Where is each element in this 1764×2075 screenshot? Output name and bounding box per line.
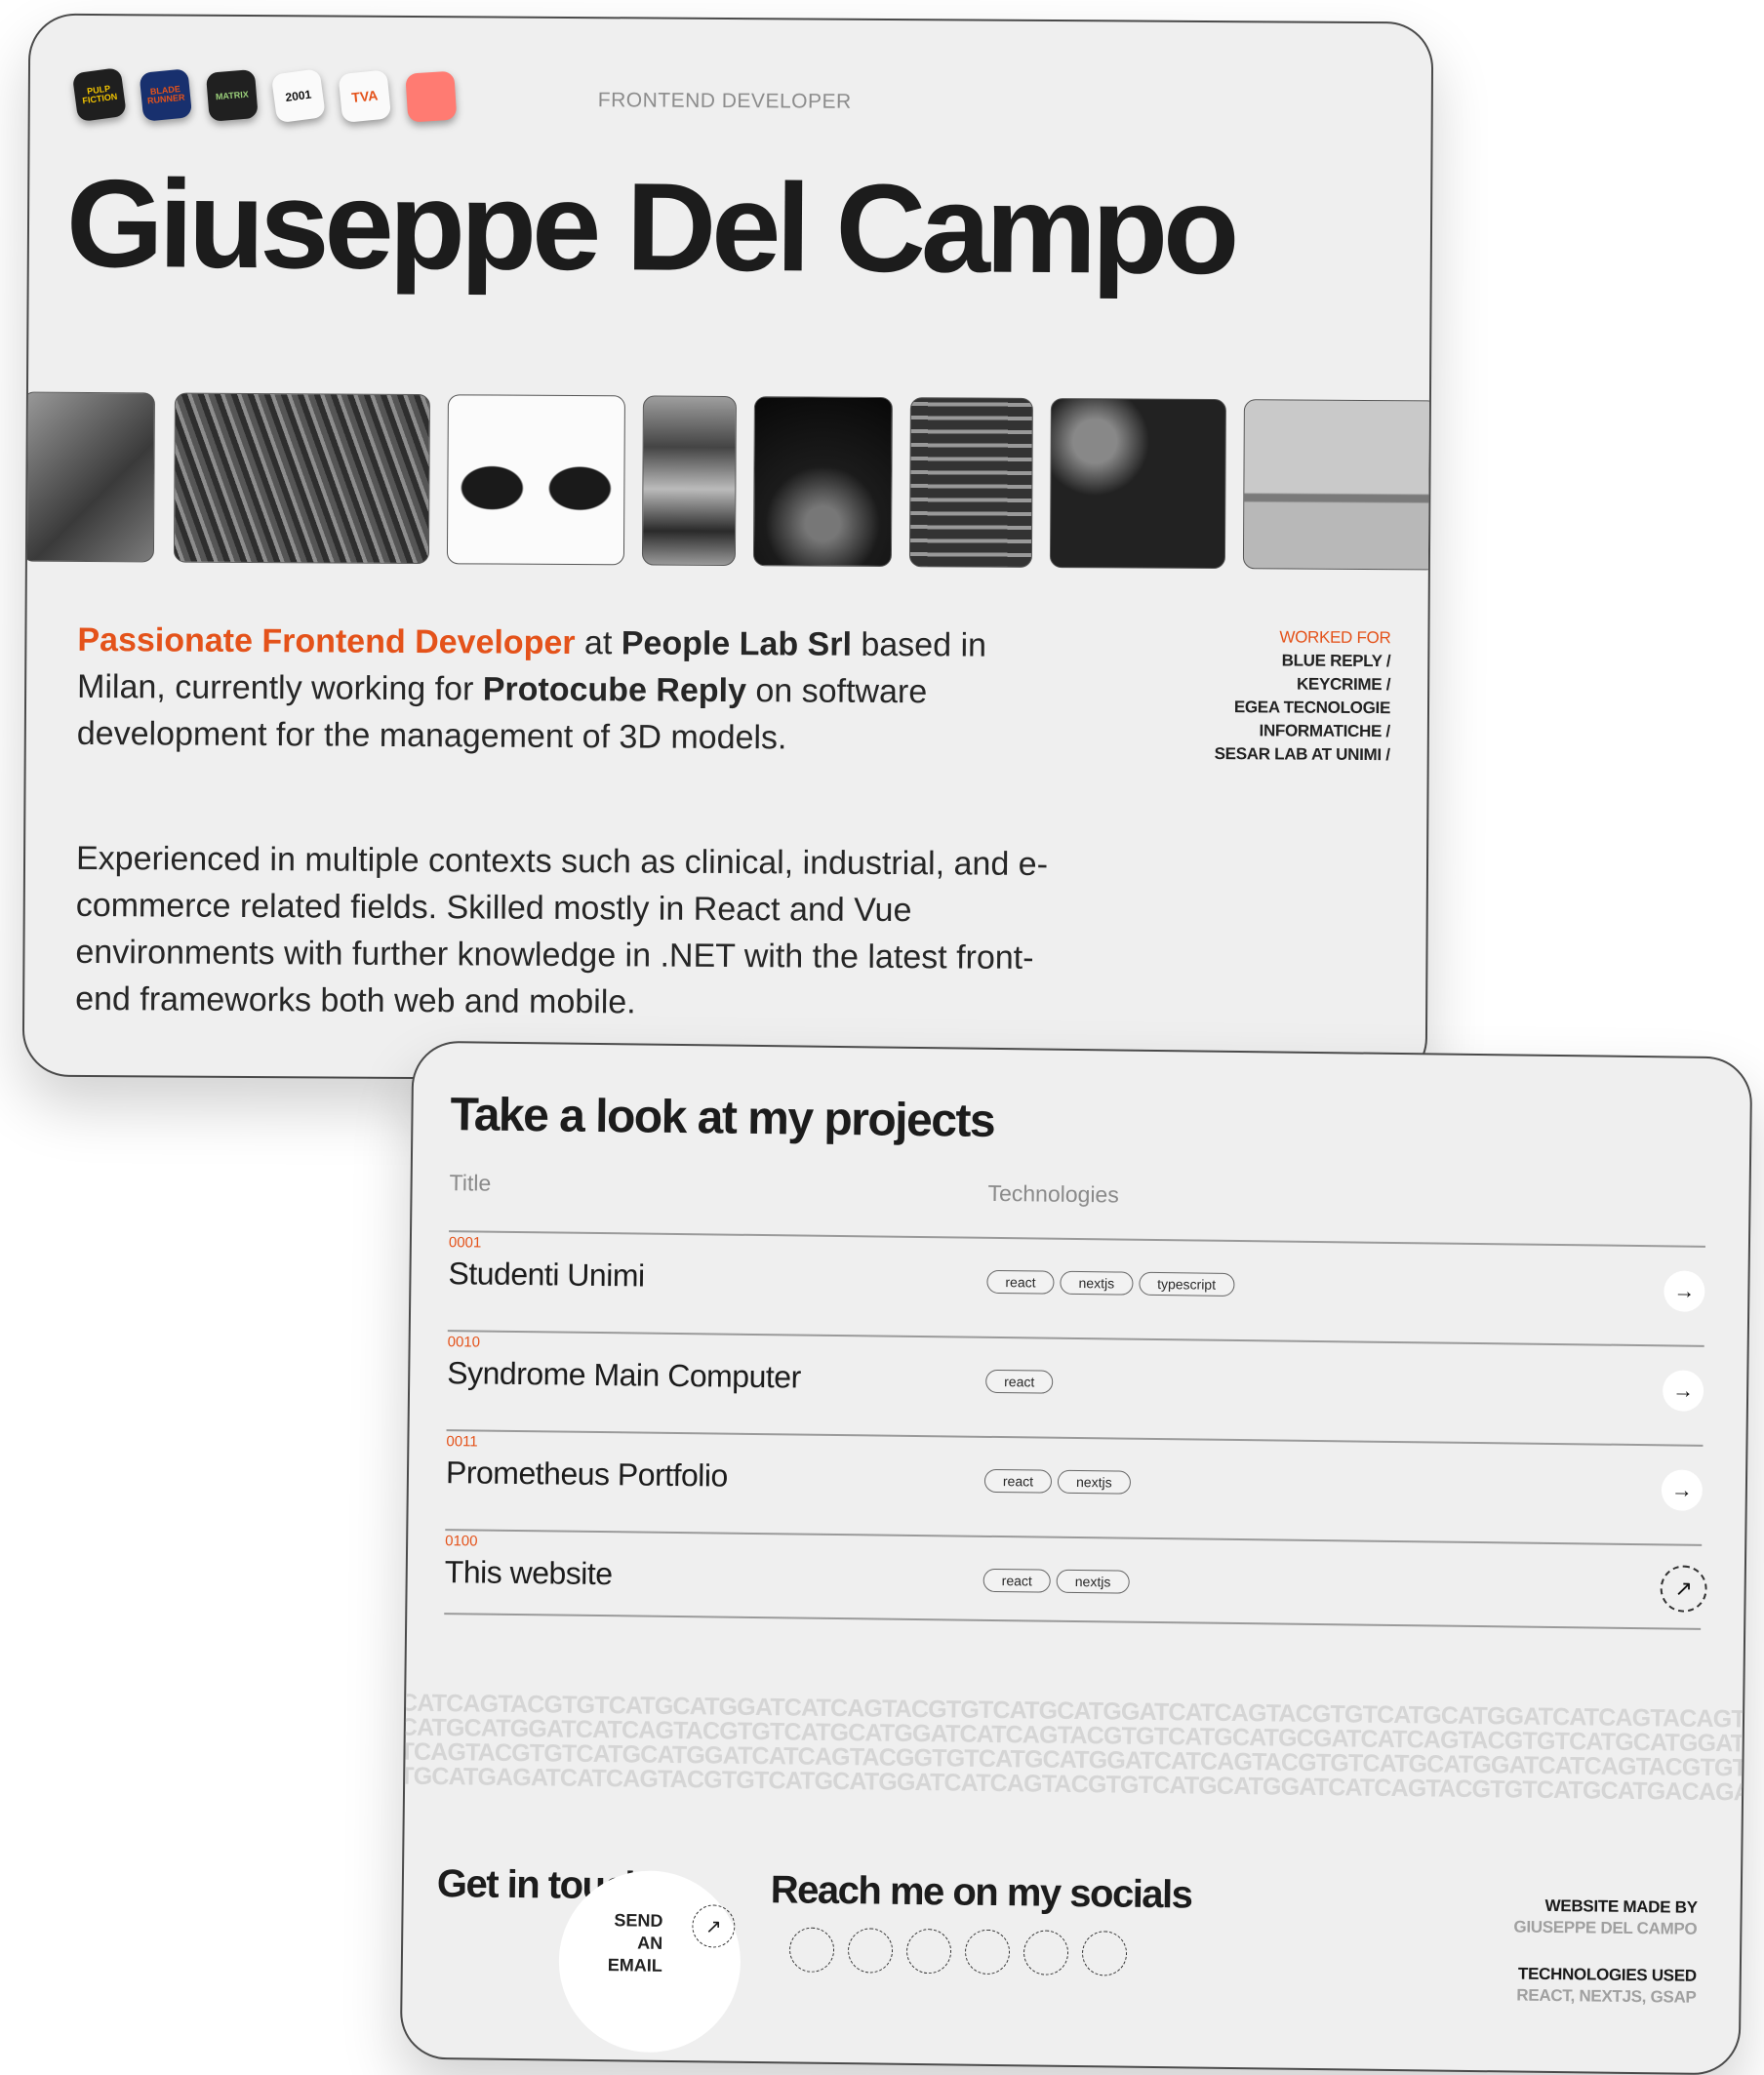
project-number: 0100 [445,1533,478,1550]
worked-for-item: BLUE REPLY / [1281,651,1391,671]
tech-tags: react nextjs typescript [986,1269,1235,1297]
photo-collage[interactable] [641,395,737,567]
worked-for-item: KEYCRIME / [1296,674,1391,695]
tva-icon[interactable]: TVA [338,69,392,124]
tech-tags: react nextjs [983,1468,1131,1495]
worked-for-item: EGEA TECNOLOGIE [1233,698,1391,718]
tech-tag: nextjs [1057,1469,1131,1495]
tech-tag: react [986,1269,1055,1295]
photo-space-grid[interactable] [1049,398,1226,570]
credits: WEBSITE MADE BY GIUSEPPE DEL CAMPO TECHN… [1512,1895,1697,2009]
photo-pilot[interactable] [21,391,155,563]
divider [444,1613,1702,1630]
divider [446,1429,1704,1447]
tech-tags: react [985,1369,1054,1394]
projects-card: Take a look at my projects Title Technol… [399,1040,1753,2075]
project-number: 0011 [446,1433,478,1451]
tech-tag: nextjs [1060,1270,1134,1296]
arrow-right-icon[interactable]: → [1664,1270,1705,1312]
arrow-right-icon[interactable]: → [1662,1370,1704,1412]
social-icon-3[interactable] [905,1928,952,1975]
photo-lighthouse[interactable] [1242,399,1434,571]
experience-paragraph: Experienced in multiple contexts such as… [75,839,1049,1021]
social-icon-1[interactable] [788,1927,835,1973]
social-icon-2[interactable] [847,1928,894,1974]
coral-icon[interactable] [405,70,458,123]
projects-title: Take a look at my projects [450,1089,995,1147]
credits-tech-label: TECHNOLOGIES USED [1517,1964,1697,1985]
worked-for-list: WORKED FOR BLUE REPLY / KEYCRIME / EGEA … [1215,625,1391,767]
column-header-technologies: Technologies [987,1179,1119,1208]
divider [449,1230,1705,1248]
tech-tag: react [982,1568,1051,1593]
photo-dark-scene[interactable] [752,396,893,568]
matrix-icon[interactable]: MATRIX [205,68,259,122]
app-icons-row: PULP FICTION BLADE RUNNER MATRIX 2001 TV… [71,66,458,124]
project-title[interactable]: This website [445,1554,613,1592]
divider [447,1330,1704,1347]
dna-sequence-decoration: CATCAGTACGTGTCATGCATGGATCATCAGTACGTGTCAT… [399,1689,1753,1808]
role-label: FRONTEND DEVELOPER [597,89,852,113]
arrow-up-right-icon[interactable]: ↗ [1660,1565,1707,1613]
project-number: 0010 [447,1334,481,1351]
worked-for-item: INFORMATICHE / [1259,721,1390,741]
worked-for-item: SESAR LAB AT UNIMI / [1214,744,1390,765]
column-header-title: Title [449,1170,492,1196]
social-icon-6[interactable] [1081,1931,1128,1976]
photo-strip [21,391,1434,573]
tech-tag: typescript [1138,1271,1235,1297]
social-icon-5[interactable] [1022,1930,1069,1975]
project-title[interactable]: Studenti Unimi [448,1256,645,1294]
intro-paragraph: Passionate Frontend Developer at People … [76,620,987,757]
credits-made-value: GIUSEPPE DEL CAMPO [1513,1917,1698,1938]
page-title: Giuseppe Del Campo [65,153,1235,301]
project-title[interactable]: Syndrome Main Computer [447,1355,801,1395]
photo-alien-sculpture[interactable] [173,392,430,565]
credits-tech-value: REACT, NEXTJS, GSAP [1516,1985,1697,2007]
2001-icon[interactable]: 2001 [270,68,326,124]
tech-tag: react [985,1369,1054,1394]
intro-accent: Passionate Frontend Developer [77,620,576,662]
divider [445,1529,1703,1546]
project-number: 0001 [448,1234,482,1252]
send-email-label[interactable]: SEND AN EMAIL [608,1909,663,1977]
project-title[interactable]: Prometheus Portfolio [446,1455,728,1495]
credits-made-label: WEBSITE MADE BY [1544,1895,1698,1917]
client-name: Protocube Reply [482,670,747,710]
worked-for-heading: WORKED FOR [1279,627,1391,648]
profile-card: PULP FICTION BLADE RUNNER MATRIX 2001 TV… [21,13,1434,1086]
photo-screens[interactable] [908,397,1033,568]
socials-title: Reach me on my socials [770,1868,1192,1917]
blade-runner-icon[interactable]: BLADE RUNNER [139,68,193,122]
social-icon-4[interactable] [964,1929,1011,1975]
photo-mirror-figures[interactable] [446,394,625,566]
tech-tags: react nextjs [982,1568,1130,1594]
tech-tag: nextjs [1056,1569,1130,1594]
company-name: People Lab Srl [621,624,853,663]
arrow-right-icon[interactable]: → [1661,1469,1704,1511]
tech-tag: react [983,1468,1053,1494]
pulp-fiction-icon[interactable]: PULP FICTION [71,66,127,123]
